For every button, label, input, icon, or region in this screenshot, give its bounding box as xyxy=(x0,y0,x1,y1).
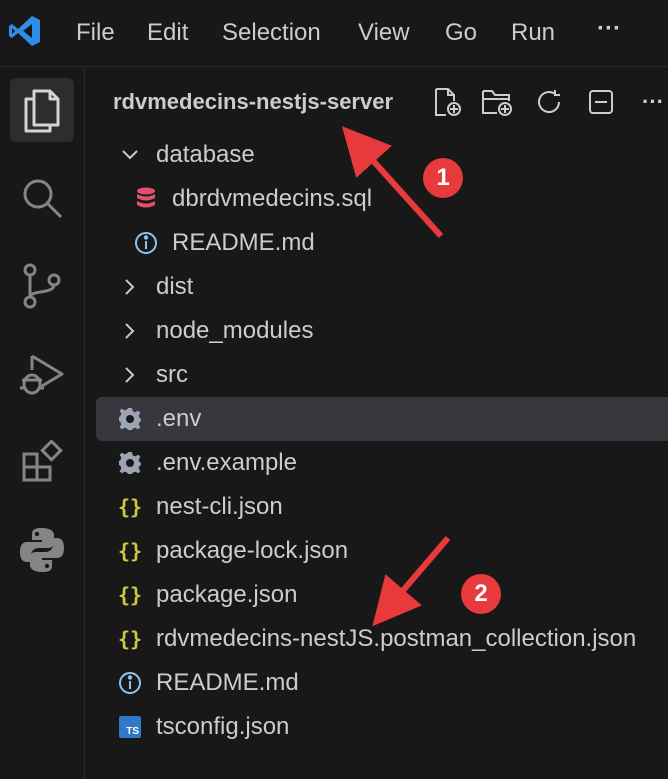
new-file-icon xyxy=(435,88,461,116)
tree-item-rdvmedecins-nestjs-postman-collection-json[interactable]: {} rdvmedecins-nestJS.postman_collection.… xyxy=(85,617,668,661)
info-icon xyxy=(117,670,143,696)
new-folder-button[interactable] xyxy=(481,86,513,118)
new-file-button[interactable] xyxy=(431,86,463,118)
gear-icon xyxy=(117,406,143,432)
explorer-title: rdvmedecins-nestjs-server xyxy=(113,89,394,114)
json-file-icon: {} xyxy=(117,495,143,519)
activity-bar xyxy=(0,67,85,779)
python-icon xyxy=(20,528,64,572)
run-debug-button[interactable] xyxy=(10,342,74,406)
menu-file[interactable]: File xyxy=(76,18,115,48)
tree-item-nest-cli-json[interactable]: {} nest-cli.json xyxy=(85,485,668,529)
tree-item-label: dbrdvmedecins.sql xyxy=(172,185,373,212)
tree-item-label: .env xyxy=(156,405,202,432)
search-icon xyxy=(23,179,63,219)
tree-item-dbrdvmedecins-sql[interactable]: dbrdvmedecins.sql xyxy=(85,177,668,221)
run-debug-icon xyxy=(20,354,64,395)
database-file-icon xyxy=(133,186,159,212)
tree-item-src[interactable]: src xyxy=(85,353,668,397)
tree-item-database[interactable]: database xyxy=(85,133,668,177)
menu-selection[interactable]: Selection xyxy=(222,18,321,48)
source-control-icon xyxy=(23,263,61,309)
typescript-file-icon: TS xyxy=(117,714,143,740)
tree-item-readme-md[interactable]: README.md xyxy=(85,221,668,265)
tree-item-tsconfig-json[interactable]: TS tsconfig.json xyxy=(85,705,668,749)
tree-item-label: node_modules xyxy=(156,317,314,344)
menu-view[interactable]: View xyxy=(358,18,410,48)
extensions-button[interactable] xyxy=(10,430,74,494)
tree-item-label: dist xyxy=(156,273,194,300)
tree-item-label: rdvmedecins-nestJS.postman_collection.js… xyxy=(156,625,637,652)
files-icon xyxy=(24,89,60,133)
chevron-down-icon xyxy=(117,142,143,168)
search-button[interactable] xyxy=(10,166,74,230)
tree-item-label: nest-cli.json xyxy=(156,493,283,520)
python-button[interactable] xyxy=(10,518,74,582)
tree-item-package-lock-json[interactable]: {} package-lock.json xyxy=(85,529,668,573)
vscode-logo-icon xyxy=(9,16,40,46)
chevron-right-icon xyxy=(117,274,143,300)
tree-item-label: package-lock.json xyxy=(156,537,349,564)
tree-item-env-example[interactable]: .env.example xyxy=(85,441,668,485)
gear-icon xyxy=(117,450,143,476)
refresh-button[interactable] xyxy=(533,86,565,118)
title-bar: File Edit Selection View Go Run ··· xyxy=(0,0,668,67)
explorer-panel: rdvmedecins-nestjs-server ··· database db… xyxy=(85,67,668,779)
new-folder-icon xyxy=(482,90,512,116)
chevron-right-icon xyxy=(117,362,143,388)
json-file-icon: {} xyxy=(117,583,143,607)
menu-more-icon[interactable]: ··· xyxy=(597,14,621,44)
tree-item-label: README.md xyxy=(172,229,315,256)
collapse-all-button[interactable] xyxy=(585,86,617,118)
tree-item-label: src xyxy=(156,361,188,388)
menu-run[interactable]: Run xyxy=(511,18,555,48)
tree-item-node-modules[interactable]: node_modules xyxy=(85,309,668,353)
explorer-button[interactable] xyxy=(10,78,74,142)
menu-edit[interactable]: Edit xyxy=(147,18,188,48)
refresh-icon xyxy=(538,90,560,113)
tree-item-label: database xyxy=(156,141,255,168)
tree-item-env[interactable]: .env xyxy=(96,397,668,441)
annotation-badge-2: 2 xyxy=(461,574,501,614)
info-icon xyxy=(133,230,159,256)
tree-item-label: README.md xyxy=(156,669,299,696)
annotation-badge-1: 1 xyxy=(423,158,463,198)
tree-item-dist[interactable]: dist xyxy=(85,265,668,309)
tree-item-readme-md[interactable]: README.md xyxy=(85,661,668,705)
json-file-icon: {} xyxy=(117,627,143,651)
menu-go[interactable]: Go xyxy=(445,18,477,48)
source-control-button[interactable] xyxy=(10,254,74,318)
chevron-right-icon xyxy=(117,318,143,344)
tree-item-label: .env.example xyxy=(156,449,297,476)
tree-item-package-json[interactable]: {} package.json xyxy=(85,573,668,617)
tree-item-label: package.json xyxy=(156,581,298,608)
tree-item-label: tsconfig.json xyxy=(156,713,290,740)
collapse-all-icon xyxy=(589,90,613,114)
json-file-icon: {} xyxy=(117,539,143,563)
extensions-icon xyxy=(22,440,63,482)
explorer-more-icon[interactable]: ··· xyxy=(637,86,668,118)
